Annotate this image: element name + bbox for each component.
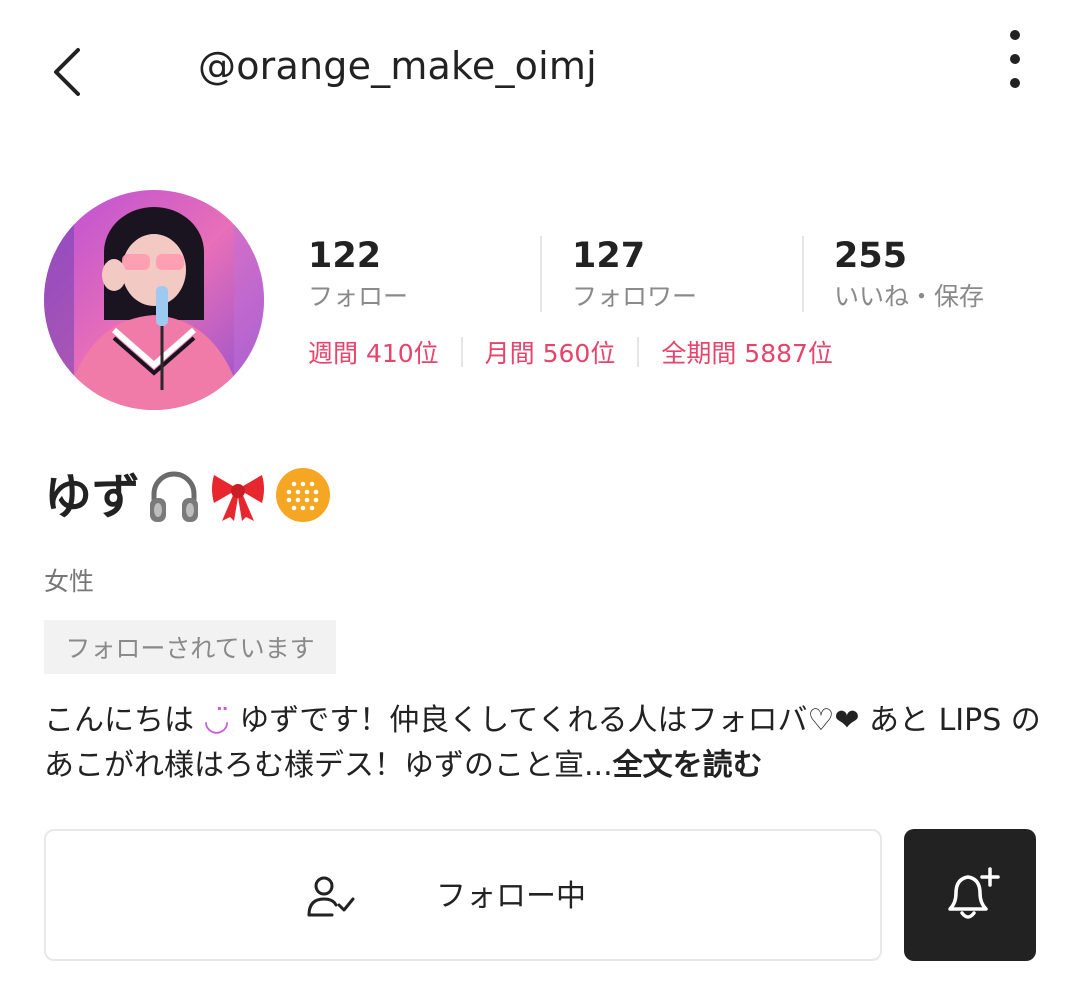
headphones-icon — [146, 466, 202, 528]
chevron-left-icon — [54, 48, 80, 96]
rank-weekly[interactable]: 週間 410位 — [308, 334, 439, 370]
smile-emoticon: ◡̈ — [203, 703, 230, 738]
stat-divider — [540, 236, 542, 312]
ribbon-icon — [208, 467, 268, 527]
display-name: ゆず — [44, 469, 141, 525]
more-vertical-icon-dot — [1010, 78, 1020, 88]
follows-you-badge: フォローされています — [44, 620, 336, 674]
stat-following-label: フォロー — [308, 282, 409, 311]
stat-divider — [802, 236, 804, 312]
profile-username: @orange_make_oimj — [198, 44, 597, 88]
stat-likes-label: いいね・保存 — [834, 282, 985, 311]
more-options-button[interactable] — [995, 26, 1035, 98]
more-vertical-icon-dot — [1010, 54, 1020, 64]
rank-divider — [637, 337, 640, 367]
rank-monthly[interactable]: 月間 560位 — [485, 334, 616, 370]
bio-text: ゆずです！仲良くしてくれる人はフォロバ♡❤ あと LIPS のあこがれ様はろむ様… — [44, 703, 1041, 783]
following-button[interactable]: フォロー中 — [44, 829, 882, 961]
following-button-label: フォロー中 — [436, 879, 586, 914]
rank-divider — [460, 337, 463, 367]
ranking-row: 週間 410位 月間 560位 全期間 5887位 — [308, 332, 833, 372]
bio-text-start: こんにちは — [44, 703, 194, 738]
orange-badge-icon — [274, 466, 332, 528]
avatar[interactable] — [44, 190, 264, 410]
stat-likes-count: 255 — [834, 236, 908, 276]
notification-bell-button[interactable] — [904, 829, 1036, 961]
gender-label: 女性 — [44, 567, 95, 596]
stat-likes[interactable]: 255 いいね・保存 — [834, 234, 984, 314]
header: @orange_make_oimj — [0, 0, 1080, 140]
profile-bio[interactable]: こんにちは ◡̈ ゆずです！仲良くしてくれる人はフォロバ♡❤ あと LIPS の… — [44, 698, 1044, 788]
read-more-link[interactable]: 全文を読む — [613, 748, 763, 783]
stat-following-count: 122 — [308, 236, 382, 276]
stat-following[interactable]: 122 フォロー — [308, 234, 408, 314]
bell-plus-icon — [948, 867, 1000, 919]
stat-followers-label: フォロワー — [572, 282, 698, 311]
profile-page: @orange_make_oimj 122 フォロー 127 フォロワー 255… — [0, 0, 1080, 984]
stat-followers[interactable]: 127 フォロワー — [572, 234, 697, 314]
back-button[interactable] — [40, 40, 96, 104]
rank-all-time[interactable]: 全期間 5887位 — [661, 334, 833, 370]
stat-followers-count: 127 — [572, 236, 646, 276]
user-check-icon — [307, 876, 355, 917]
display-name-row: ゆず — [44, 462, 332, 532]
more-vertical-icon — [1010, 30, 1020, 40]
avatar-image — [44, 190, 264, 410]
